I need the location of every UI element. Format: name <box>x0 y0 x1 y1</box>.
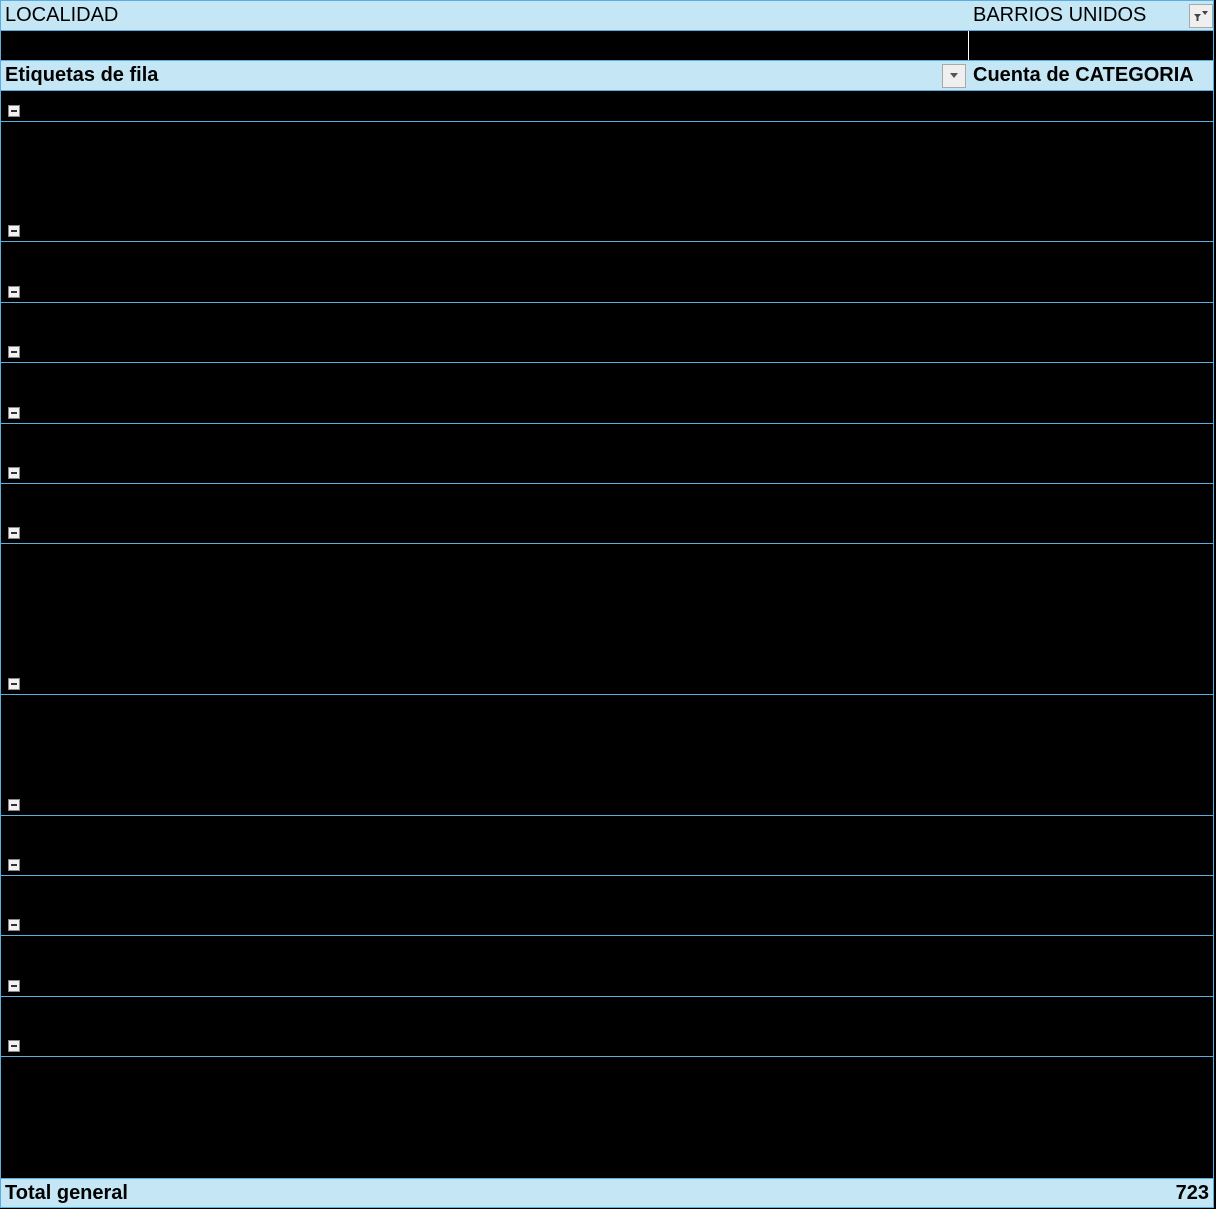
pivot-group-row <box>0 876 1214 936</box>
pivot-group-row <box>0 424 1214 484</box>
row-labels-header: Etiquetas de fila <box>5 64 159 86</box>
row-labels-dropdown-button[interactable] <box>942 64 966 88</box>
pivot-group-row <box>0 122 1214 242</box>
pivot-group-row <box>0 816 1214 876</box>
filter-dropdown-button[interactable] <box>1189 4 1213 28</box>
pivot-group-row <box>0 484 1214 544</box>
filter-value: BARRIOS UNIDOS <box>973 4 1147 26</box>
pivot-group-row <box>0 695 1214 816</box>
pivot-group-row <box>0 91 1214 122</box>
collapse-icon[interactable] <box>8 407 20 419</box>
collapse-icon[interactable] <box>8 286 20 298</box>
pivot-detail-rows <box>0 1057 1214 1178</box>
blank-row <box>0 31 1214 61</box>
filter-funnel-icon <box>1194 11 1208 21</box>
pivot-group-row <box>0 936 1214 997</box>
collapse-icon[interactable] <box>8 678 20 690</box>
pivot-group-row <box>0 303 1214 363</box>
grand-total-row: Total general 723 <box>0 1178 1214 1208</box>
grand-total-value: 723 <box>1175 1181 1209 1204</box>
pivot-header-row: Etiquetas de fila Cuenta de CATEGORIA <box>0 61 1214 91</box>
collapse-icon[interactable] <box>8 346 20 358</box>
grand-total-label: Total general <box>5 1181 128 1204</box>
collapse-icon[interactable] <box>8 980 20 992</box>
filter-field-label: LOCALIDAD <box>5 4 119 26</box>
collapse-icon[interactable] <box>8 919 20 931</box>
collapse-icon[interactable] <box>8 225 20 237</box>
collapse-icon[interactable] <box>8 527 20 539</box>
pivot-group-row <box>0 997 1214 1057</box>
report-filter-row: LOCALIDAD BARRIOS UNIDOS <box>0 0 1214 31</box>
pivot-group-row <box>0 242 1214 303</box>
chevron-down-icon <box>950 73 958 78</box>
collapse-icon[interactable] <box>8 1040 20 1052</box>
collapse-icon[interactable] <box>8 105 20 117</box>
pivot-group-row <box>0 363 1214 424</box>
column-divider <box>968 31 969 60</box>
pivot-group-row <box>0 544 1214 695</box>
value-column-header: Cuenta de CATEGORIA <box>973 64 1194 86</box>
collapse-icon[interactable] <box>8 799 20 811</box>
collapse-icon[interactable] <box>8 859 20 871</box>
collapse-icon[interactable] <box>8 467 20 479</box>
